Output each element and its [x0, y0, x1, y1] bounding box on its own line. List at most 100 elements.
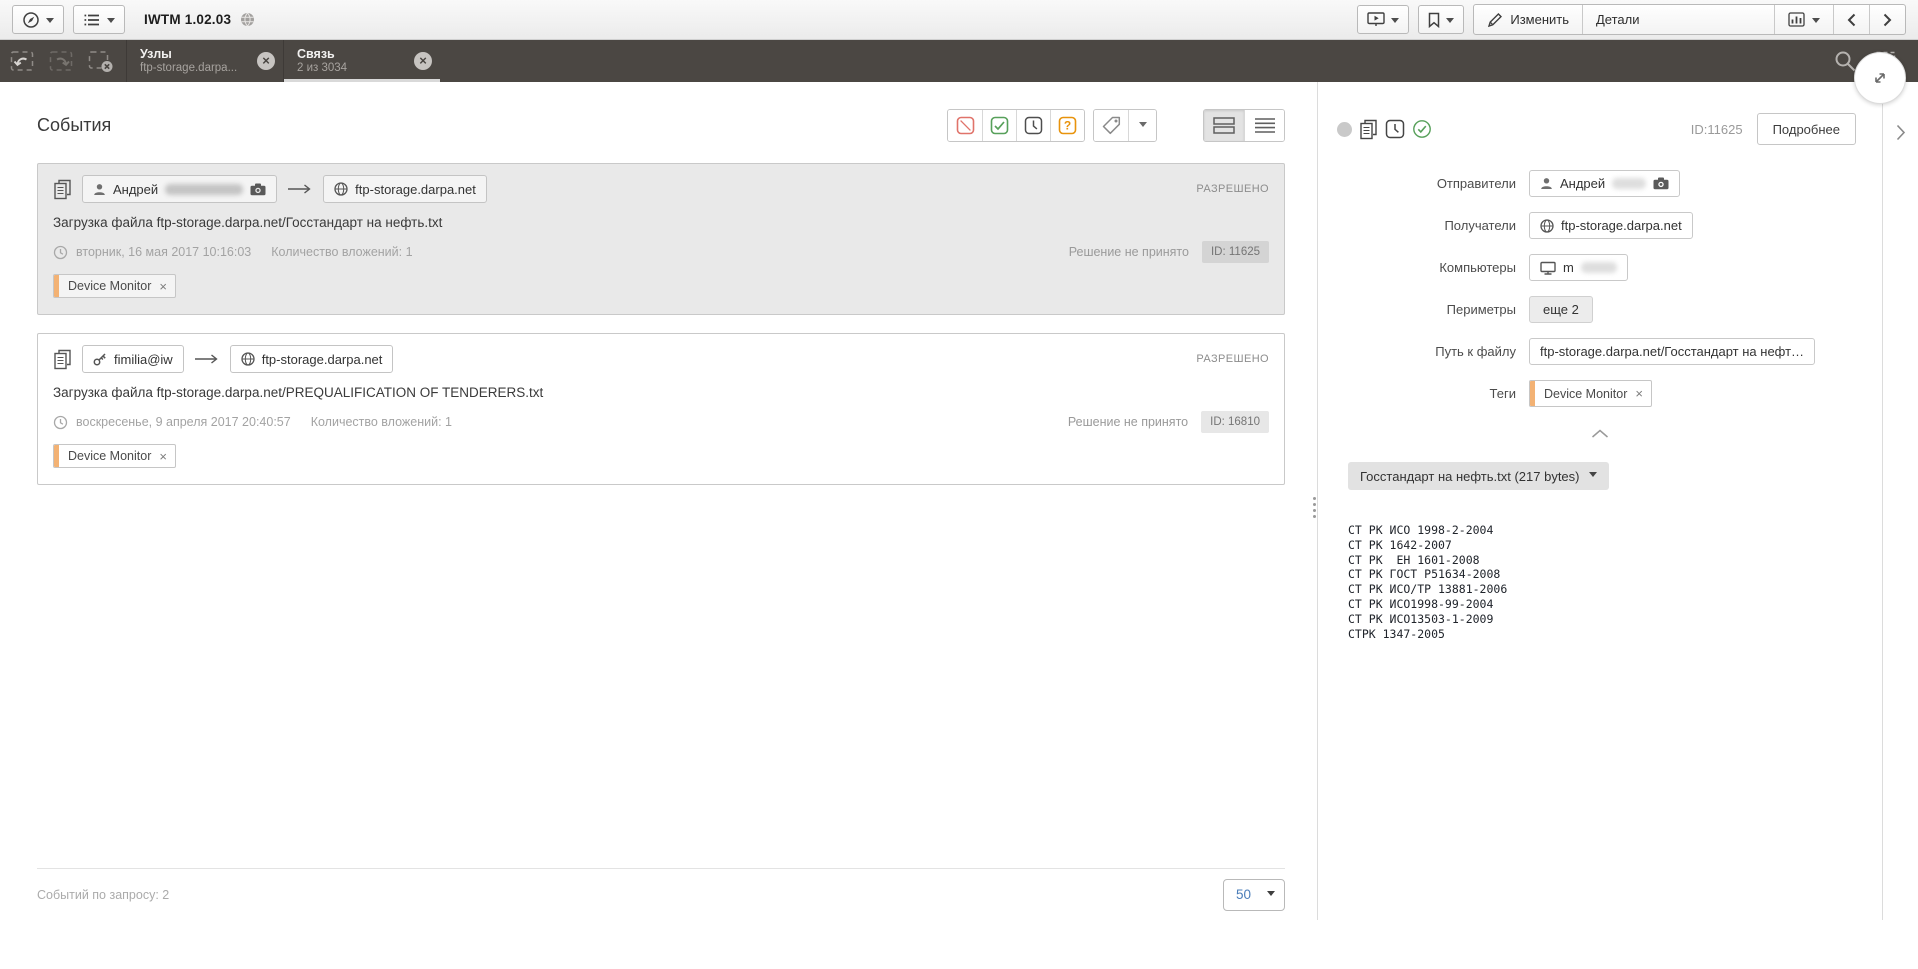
- attachment-select[interactable]: Госстандарт на нефть.txt (217 bytes): [1348, 462, 1609, 490]
- verdict-filter-group: ?: [947, 109, 1085, 142]
- clock-icon: [53, 245, 68, 259]
- tag-filter-button[interactable]: [1094, 110, 1128, 141]
- file-path-chip[interactable]: ftp-storage.darpa.net/Госстандарт на неф…: [1529, 338, 1816, 365]
- undo-selection-icon[interactable]: [10, 49, 36, 73]
- prev-button[interactable]: [1833, 5, 1869, 34]
- person-icon: [94, 183, 105, 195]
- key-icon: [93, 353, 106, 366]
- sender-chip[interactable]: Андрей: [1529, 170, 1681, 197]
- allowed-filter-button[interactable]: [982, 110, 1016, 141]
- tab-title: Узлы: [140, 47, 172, 61]
- next-button[interactable]: [1869, 5, 1905, 34]
- computer-chip[interactable]: m: [1529, 254, 1628, 281]
- chevron-down-icon: [1588, 472, 1597, 481]
- sender-name: Андрей: [113, 181, 159, 197]
- recipient-chip[interactable]: ftp-storage.darpa.net: [323, 175, 487, 203]
- details-button-label: Детали: [1596, 12, 1640, 27]
- toolbar-right-group: Изменить Детали: [1357, 4, 1906, 35]
- bookmarks-menu-button[interactable]: [1418, 5, 1465, 34]
- event-meta: вторник, 16 мая 2017 10:16:03 Количество…: [53, 241, 1269, 263]
- event-meta-right: Решение не принято ID: 11625: [1069, 241, 1269, 263]
- details-fields: Отправители Андрей Получатели ftp-storag…: [1318, 170, 1882, 407]
- field-label: Теги: [1489, 386, 1516, 401]
- cards-view-icon: [1213, 117, 1235, 134]
- edit-button-label: Изменить: [1510, 12, 1569, 27]
- globe-host-icon: [241, 352, 255, 366]
- close-icon[interactable]: ×: [257, 52, 275, 70]
- event-tags: Device Monitor ×: [53, 444, 1269, 472]
- recipient-name: ftp-storage.darpa.net: [355, 181, 476, 197]
- field-senders: Отправители Андрей: [1318, 170, 1882, 197]
- tag-icon: [1102, 116, 1120, 135]
- field-file-path: Путь к файлу ftp-storage.darpa.net/Госст…: [1318, 338, 1882, 365]
- pending-filter-button[interactable]: [1016, 110, 1050, 141]
- status-dot-icon: [1337, 121, 1352, 137]
- remove-tag-icon[interactable]: ×: [159, 279, 175, 294]
- event-card[interactable]: fimilia@iw ftp-storage.darpa.net РАЗРЕШЕ…: [37, 333, 1285, 485]
- tag-filter-dropdown[interactable]: [1128, 110, 1156, 141]
- expand-fab[interactable]: [1854, 52, 1906, 104]
- event-card[interactable]: Андрей ftp-storage.darpa.net РАЗРЕШЕНО З…: [37, 163, 1285, 315]
- clear-selection-icon[interactable]: [88, 49, 114, 73]
- app-title: IWTM 1.02.03: [144, 12, 232, 27]
- pencil-icon: [1488, 12, 1503, 27]
- selection-tools: [0, 40, 126, 82]
- event-id-badge: ID: 16810: [1201, 411, 1269, 433]
- redacted-text: [1612, 178, 1647, 189]
- chart-menu-button[interactable]: [1774, 5, 1833, 34]
- actions-group: Изменить Детали: [1473, 4, 1906, 35]
- copy-icon: [54, 179, 71, 199]
- recipient-chip[interactable]: ftp-storage.darpa.net: [1529, 212, 1693, 239]
- tag-chip[interactable]: Device Monitor ×: [1529, 380, 1652, 407]
- list-view-button[interactable]: [1244, 110, 1284, 141]
- sender-chip[interactable]: fimilia@iw: [82, 345, 184, 373]
- blocked-filter-button[interactable]: [948, 110, 982, 141]
- recipient-name: ftp-storage.darpa.net: [1561, 218, 1682, 233]
- navigation-menu-button[interactable]: [12, 5, 64, 34]
- verdict-label: РАЗРЕШЕНО: [1196, 353, 1269, 365]
- collapse-panel-icon[interactable]: [1896, 124, 1906, 141]
- redo-selection-icon[interactable]: [49, 49, 75, 73]
- blocked-filter-icon: [956, 116, 974, 135]
- close-icon[interactable]: ×: [414, 52, 432, 70]
- arrow-right-icon: [194, 354, 218, 364]
- events-count: Событий по запросу: 2: [37, 887, 170, 902]
- event-meta: воскресенье, 9 апреля 2017 20:40:57 Коли…: [53, 411, 1269, 433]
- page-size-select[interactable]: 50: [1223, 878, 1285, 911]
- events-footer: Событий по запросу: 2 50: [37, 868, 1285, 920]
- decision-label: Решение не принято: [1068, 245, 1189, 259]
- field-label: Отправители: [1436, 176, 1516, 191]
- globe-host-icon: [1540, 218, 1554, 233]
- search-icon[interactable]: [1834, 50, 1857, 73]
- redacted-text: [165, 183, 244, 195]
- collapse-fields-button[interactable]: [1318, 429, 1882, 438]
- attachment-name: Госстандарт на нефть.txt (217 bytes): [1360, 468, 1580, 484]
- cards-view-button[interactable]: [1204, 110, 1244, 141]
- content-area: События ? Андрей ftp-storage.darpa.net Р…: [0, 82, 1918, 920]
- recipient-chip[interactable]: ftp-storage.darpa.net: [229, 345, 394, 373]
- presentation-menu-button[interactable]: [1357, 5, 1410, 34]
- event-card-header: fimilia@iw ftp-storage.darpa.net РАЗРЕШЕ…: [53, 345, 1269, 373]
- pending-filter-icon: [1024, 116, 1043, 135]
- tag-chip[interactable]: Device Monitor ×: [53, 444, 176, 468]
- event-title: Загрузка файла ftp-storage.darpa.net/Гос…: [53, 215, 443, 230]
- presentation-icon: [1367, 12, 1386, 26]
- question-filter-button[interactable]: ?: [1050, 110, 1084, 141]
- sender-name: Андрей: [1560, 176, 1606, 191]
- sender-chip[interactable]: Андрей: [82, 175, 278, 203]
- remove-tag-icon[interactable]: ×: [1635, 386, 1651, 401]
- tab-nodes[interactable]: Узлы ftp-storage.darpa... ×: [126, 40, 283, 82]
- edit-button[interactable]: Изменить: [1474, 5, 1582, 34]
- tag-chip[interactable]: Device Monitor ×: [53, 274, 176, 298]
- divider-handle[interactable]: [1313, 497, 1316, 518]
- chevron-down-icon: [1267, 890, 1275, 900]
- remove-tag-icon[interactable]: ×: [159, 449, 175, 464]
- details-button[interactable]: Детали: [1582, 5, 1774, 34]
- panel-edge-strip: [1882, 82, 1918, 920]
- chevron-right-icon: [1883, 13, 1892, 26]
- details-more-button[interactable]: Подробнее: [1756, 113, 1856, 145]
- sender-name: fimilia@iw: [114, 351, 173, 367]
- list-menu-button[interactable]: [73, 5, 125, 34]
- tab-link[interactable]: Связь 2 из 3034 ×: [283, 40, 440, 82]
- perimeters-more-chip[interactable]: еще 2: [1529, 296, 1593, 323]
